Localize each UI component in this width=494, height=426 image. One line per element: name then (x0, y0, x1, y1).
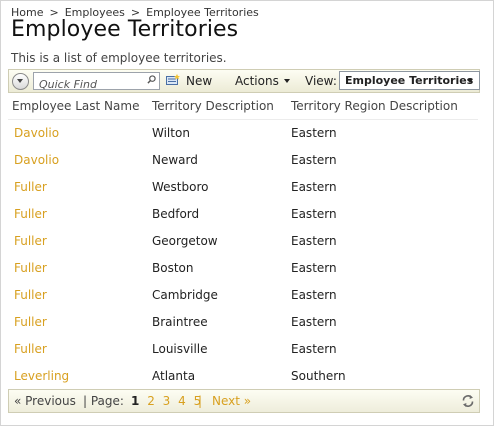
table-row: Davolio Wilton Eastern (0, 126, 494, 142)
table-header: Employee Last Name Territory Description… (0, 99, 494, 113)
page-2-link[interactable]: 2 (147, 394, 155, 408)
new-button[interactable]: New (166, 72, 212, 90)
employee-last-name-link[interactable]: Fuller (14, 342, 47, 356)
caret-down-icon (283, 78, 290, 83)
table-row: Fuller Cambridge Eastern (0, 288, 494, 304)
territory-cell: Westboro (152, 180, 209, 194)
new-record-icon (166, 74, 180, 85)
table-row: Davolio Neward Eastern (0, 153, 494, 169)
page-numbers: 1 2 3 4 5 (131, 390, 205, 412)
employee-last-name-link[interactable]: Davolio (14, 126, 59, 140)
region-cell: Eastern (291, 207, 337, 221)
territory-cell: Atlanta (152, 369, 196, 383)
table-row: Fuller Westboro Eastern (0, 180, 494, 196)
region-cell: Eastern (291, 261, 337, 275)
territory-cell: Georgetow (152, 234, 218, 248)
previous-page-link[interactable]: « Previous (14, 390, 76, 412)
search-icon[interactable] (147, 75, 156, 84)
column-header-region[interactable]: Territory Region Description (291, 99, 458, 113)
employee-last-name-link[interactable]: Leverling (14, 369, 69, 383)
actions-menu-button[interactable]: Actions (235, 72, 290, 90)
next-page-link[interactable]: Next » (212, 390, 251, 412)
table-row: Fuller Louisville Eastern (0, 342, 494, 358)
employee-last-name-link[interactable]: Fuller (14, 234, 47, 248)
region-cell: Eastern (291, 288, 337, 302)
territory-cell: Wilton (152, 126, 190, 140)
region-cell: Eastern (291, 126, 337, 140)
employee-last-name-link[interactable]: Fuller (14, 180, 47, 194)
page-4-link[interactable]: 4 (178, 394, 186, 408)
territory-cell: Bedford (152, 207, 200, 221)
header-divider (8, 119, 478, 120)
quick-find-box (33, 72, 160, 92)
page-description: This is a list of employee territories. (11, 51, 227, 65)
chevron-down-icon[interactable] (12, 73, 29, 90)
page-title: Employee Territories (11, 17, 239, 42)
table-row: Fuller Braintree Eastern (0, 315, 494, 331)
region-cell: Eastern (291, 234, 337, 248)
page-1-current: 1 (131, 394, 140, 408)
quick-find-input[interactable] (39, 77, 139, 92)
column-header-territory[interactable]: Territory Description (152, 99, 274, 113)
action-bar: New Actions View: Employee Territories (8, 69, 480, 93)
territory-cell: Braintree (152, 315, 208, 329)
page-3-link[interactable]: 3 (163, 394, 171, 408)
refresh-icon[interactable] (461, 394, 475, 408)
table-row: Leverling Atlanta Southern (0, 369, 494, 385)
pager-bar: « Previous | Page: 1 2 3 4 5 | Next » (8, 389, 480, 413)
view-selected-value: Employee Territories (345, 74, 474, 87)
region-cell: Eastern (291, 180, 337, 194)
region-cell: Eastern (291, 153, 337, 167)
employee-last-name-link[interactable]: Davolio (14, 153, 59, 167)
employee-last-name-link[interactable]: Fuller (14, 288, 47, 302)
territory-cell: Neward (152, 153, 198, 167)
table-row: Fuller Georgetow Eastern (0, 234, 494, 250)
region-cell: Eastern (291, 315, 337, 329)
territory-cell: Louisville (152, 342, 208, 356)
employee-last-name-link[interactable]: Fuller (14, 207, 47, 221)
page-label: | Page: (83, 394, 124, 408)
caret-down-icon (467, 79, 473, 83)
view-label: View: (305, 74, 337, 88)
territory-cell: Boston (152, 261, 194, 275)
pager-separator: | (198, 394, 203, 408)
new-button-label: New (186, 74, 213, 88)
view-selector[interactable]: Employee Territories (339, 71, 480, 90)
table-row: Fuller Bedford Eastern (0, 207, 494, 223)
region-cell: Eastern (291, 342, 337, 356)
column-header-last-name[interactable]: Employee Last Name (12, 99, 139, 113)
employee-last-name-link[interactable]: Fuller (14, 261, 47, 275)
region-cell: Southern (291, 369, 346, 383)
employee-last-name-link[interactable]: Fuller (14, 315, 47, 329)
territory-cell: Cambridge (152, 288, 218, 302)
actions-label: Actions (235, 74, 279, 88)
table-row: Fuller Boston Eastern (0, 261, 494, 277)
